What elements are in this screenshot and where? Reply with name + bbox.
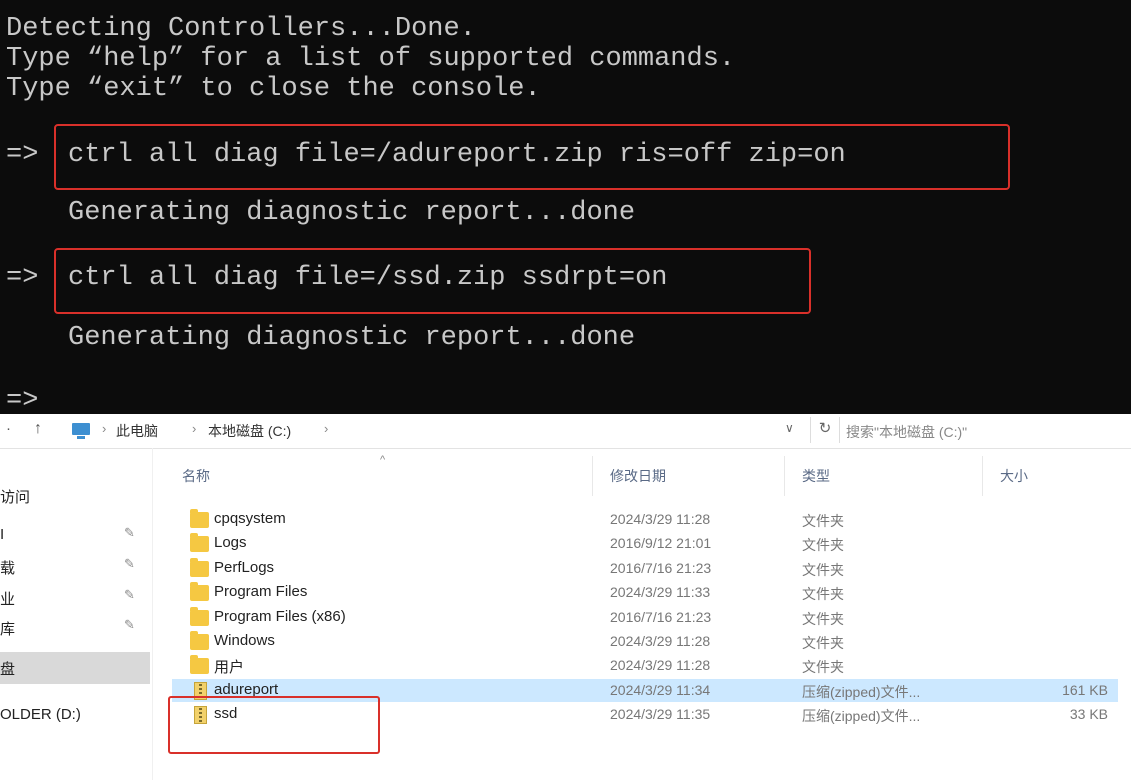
file-date: 2016/7/16 21:23 — [610, 608, 712, 625]
file-row[interactable]: Windows 2024/3/29 11:28 文件夹 — [172, 630, 1118, 653]
folder-icon — [190, 655, 209, 675]
file-date: 2016/9/12 21:01 — [610, 535, 712, 552]
file-name: 用户 — [214, 659, 245, 677]
console-line: Type “help” for a list of supported comm… — [6, 44, 736, 74]
file-type: 压缩(zipped)文件... — [802, 683, 921, 700]
file-type: 文件夹 — [802, 586, 844, 603]
computer-icon — [72, 423, 90, 439]
chevron-right-icon: › — [324, 421, 329, 436]
file-date: 2024/3/29 11:28 — [610, 657, 711, 674]
console-line: Type “exit” to close the console. — [6, 74, 541, 104]
sidebar-item[interactable]: 库 ✎ — [0, 612, 150, 642]
search-placeholder: 搜索"本地磁盘 (C:)" — [846, 424, 968, 440]
file-date: 2024/3/29 11:28 — [610, 633, 711, 649]
sidebar-item-folder-d[interactable]: OLDER (D:) — [0, 700, 150, 730]
column-header-name[interactable]: 名称 — [182, 466, 210, 486]
file-date: 2024/3/29 11:28 — [610, 511, 711, 527]
file-date: 2024/3/29 11:35 — [610, 706, 711, 723]
file-explorer: · ↑ › 此电脑 › 本地磁盘 (C:) › ∨ ↻ 搜索"本地磁盘 (C:)… — [0, 414, 1131, 780]
column-divider[interactable] — [592, 456, 593, 496]
search-input[interactable]: 搜索"本地磁盘 (C:)" — [832, 417, 1131, 443]
file-type: 文件夹 — [802, 635, 844, 651]
sidebar-item-label: 载 — [0, 560, 16, 577]
chevron-right-icon: › — [102, 421, 107, 436]
file-name: Logs — [214, 534, 247, 552]
chevron-right-icon: › — [192, 421, 197, 436]
file-name: cpqsystem — [214, 510, 286, 527]
sidebar-item-quick-access[interactable]: 访问 — [0, 480, 150, 510]
sidebar-item[interactable]: 业 ✎ — [0, 582, 150, 612]
file-type: 压缩(zipped)文件... — [802, 708, 921, 725]
sidebar-item-label: 访问 — [0, 489, 31, 506]
file-row[interactable]: cpqsystem 2024/3/29 11:28 文件夹 — [172, 508, 1118, 531]
folder-icon — [190, 606, 209, 626]
pin-icon: ✎ — [124, 617, 135, 632]
pin-icon: ✎ — [124, 525, 135, 540]
column-divider[interactable] — [982, 456, 983, 496]
folder-icon — [190, 631, 209, 650]
sidebar-item[interactable]: I ✎ — [0, 520, 150, 550]
command-highlight-box — [54, 124, 1010, 190]
file-name: Windows — [214, 632, 275, 649]
column-header-date[interactable]: 修改日期 — [610, 466, 666, 486]
file-name: PerfLogs — [214, 558, 275, 576]
console-output: Generating diagnostic report...done — [68, 323, 636, 353]
command-highlight-box — [54, 248, 811, 314]
chevron-down-icon[interactable]: ∨ — [785, 421, 794, 435]
sidebar-item[interactable]: 载 ✎ — [0, 551, 150, 581]
address-bar[interactable]: › 此电脑 › 本地磁盘 (C:) › — [62, 417, 808, 443]
file-row[interactable]: Logs 2016/9/12 21:01 文件夹 — [172, 532, 1118, 555]
folder-icon — [190, 582, 209, 602]
sort-ascending-icon: ^ — [380, 454, 386, 466]
sidebar-item-selected[interactable]: 盘 — [0, 652, 150, 684]
file-size: 161 KB — [1062, 681, 1108, 698]
navigation-pane: 访问 I ✎ 载 ✎ 业 ✎ 库 ✎ 盘 OLDER (D:) — [0, 448, 153, 780]
console-prompt: => — [6, 140, 39, 170]
pin-icon: ✎ — [124, 556, 135, 571]
nav-back-icon[interactable]: · — [6, 420, 11, 437]
console-window: Detecting Controllers...Done. Type “help… — [0, 0, 1131, 414]
file-type: 文件夹 — [802, 610, 844, 627]
sidebar-item-label: 业 — [0, 591, 16, 608]
file-name: Program Files (x86) — [214, 607, 346, 625]
console-line: Detecting Controllers...Done. — [6, 14, 476, 44]
column-divider[interactable] — [784, 456, 785, 496]
column-header-type[interactable]: 类型 — [802, 466, 830, 486]
file-date: 2016/7/16 21:23 — [610, 559, 712, 576]
file-name: Program Files — [214, 583, 308, 601]
address-toolbar: · ↑ › 此电脑 › 本地磁盘 (C:) › ∨ ↻ 搜索"本地磁盘 (C:)… — [0, 414, 1131, 449]
folder-icon — [190, 533, 209, 553]
console-output: Generating diagnostic report...done — [68, 198, 636, 228]
file-size: 33 KB — [1069, 706, 1108, 723]
up-arrow-icon[interactable]: ↑ — [34, 420, 42, 438]
column-header-size[interactable]: 大小 — [1000, 466, 1028, 486]
breadcrumb-local-disk[interactable]: 本地磁盘 (C:) — [208, 421, 291, 441]
console-prompt[interactable]: => — [6, 386, 38, 414]
file-date: 2024/3/29 11:34 — [610, 681, 711, 698]
file-type: 文件夹 — [802, 513, 844, 529]
folder-icon — [190, 509, 209, 528]
file-row[interactable]: PerfLogs 2016/7/16 21:23 文件夹 — [172, 557, 1118, 580]
file-highlight-box — [168, 696, 380, 754]
file-row[interactable]: Program Files 2024/3/29 11:33 文件夹 — [172, 581, 1118, 604]
file-type: 文件夹 — [802, 561, 844, 578]
file-row[interactable]: Program Files (x86) 2016/7/16 21:23 文件夹 — [172, 606, 1118, 629]
sidebar-item-label: I — [0, 526, 5, 543]
file-type: 文件夹 — [802, 659, 844, 676]
file-type: 文件夹 — [802, 537, 844, 554]
pin-icon: ✎ — [124, 587, 135, 602]
file-date: 2024/3/29 11:33 — [610, 584, 711, 601]
sidebar-item-label: OLDER (D:) — [0, 706, 81, 723]
breadcrumb-this-pc[interactable]: 此电脑 — [116, 421, 158, 441]
sidebar-item-label: 盘 — [0, 661, 16, 678]
console-prompt: => — [6, 263, 39, 293]
file-row[interactable]: 用户 2024/3/29 11:28 文件夹 — [172, 654, 1118, 677]
folder-icon — [190, 557, 209, 577]
sidebar-item-label: 库 — [0, 621, 16, 638]
